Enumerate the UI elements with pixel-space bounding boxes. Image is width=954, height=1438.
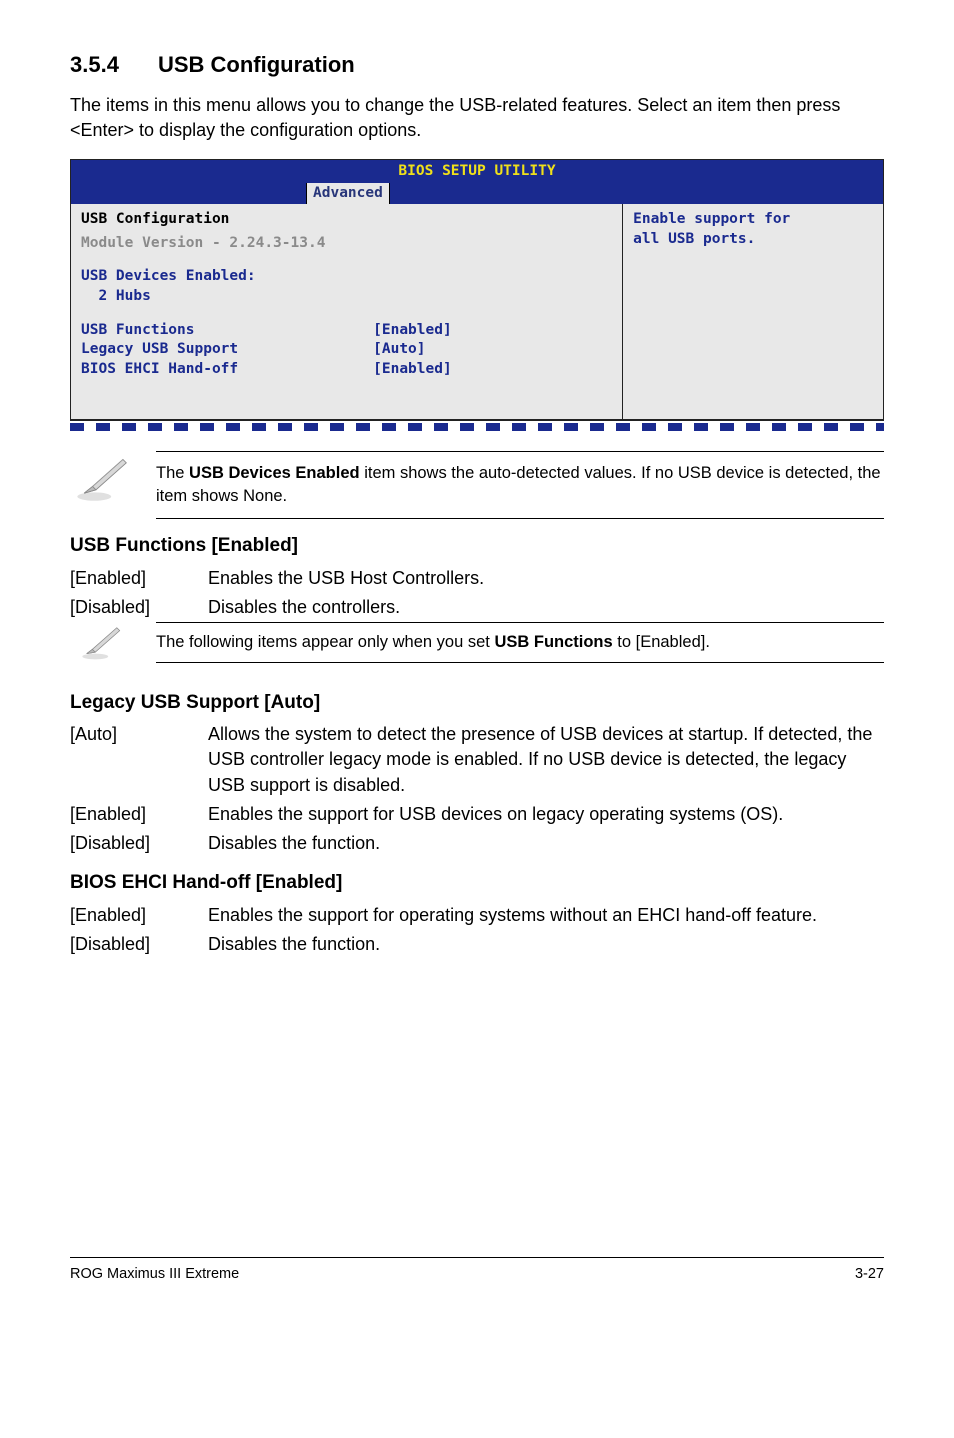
option-value: Enables the support for operating system… [208, 903, 884, 928]
option-key: [Auto] [70, 722, 208, 798]
option-row: [Enabled] Enables the USB Host Controlle… [70, 566, 884, 591]
section-title: USB Configuration [158, 50, 355, 81]
bios-row: BIOS EHCI Hand-off [Enabled] [81, 360, 612, 380]
bios-row-value: [Enabled] [373, 360, 612, 380]
bios-devices-line1: USB Devices Enabled: [81, 267, 612, 287]
bios-help-pane: Enable support for all USB ports. [623, 204, 883, 420]
dashed-separator [70, 423, 884, 431]
section-number: 3.5.4 [70, 50, 119, 81]
option-row: [Disabled] Disables the controllers. [70, 595, 884, 620]
bios-screenshot: BIOS SETUP UTILITY Advanced USB Configur… [70, 159, 884, 421]
note-part: The following items appear only when you… [156, 633, 494, 651]
option-key: [Enabled] [70, 566, 208, 591]
bios-devices-enabled: USB Devices Enabled: 2 Hubs [81, 267, 612, 306]
note-bold: USB Functions [494, 633, 612, 651]
option-value: Enables the support for USB devices on l… [208, 802, 884, 827]
option-row: [Disabled] Disables the function. [70, 932, 884, 957]
bios-left-pane: USB Configuration Module Version - 2.24.… [71, 204, 623, 420]
option-key: [Disabled] [70, 932, 208, 957]
page-footer: ROG Maximus III Extreme 3-27 [70, 1257, 884, 1284]
note-part: to [Enabled]. [613, 633, 710, 651]
note-part: The [156, 464, 189, 482]
note-text: The following items appear only when you… [156, 622, 884, 663]
option-key: [Enabled] [70, 802, 208, 827]
option-key: [Disabled] [70, 595, 208, 620]
bios-devices-line2: 2 Hubs [81, 287, 612, 307]
option-row: [Disabled] Disables the function. [70, 831, 884, 856]
bios-row-value: [Enabled] [373, 321, 612, 341]
option-value: Allows the system to detect the presence… [208, 722, 884, 798]
option-key: [Disabled] [70, 831, 208, 856]
note-block: The USB Devices Enabled item shows the a… [70, 451, 884, 519]
pencil-icon [70, 622, 132, 675]
bios-help-line: all USB ports. [633, 230, 873, 250]
bios-heading: USB Configuration [81, 210, 612, 230]
option-row: [Auto] Allows the system to detect the p… [70, 722, 884, 798]
bios-module-version: Module Version - 2.24.3-13.4 [81, 234, 612, 254]
note-bold: USB Devices Enabled [189, 464, 360, 482]
heading-usb-functions: USB Functions [Enabled] [70, 533, 884, 560]
intro-text: The items in this menu allows you to cha… [70, 93, 884, 143]
bios-tab-row: Advanced [71, 183, 883, 205]
note-block: The following items appear only when you… [70, 622, 884, 675]
heading-legacy-usb: Legacy USB Support [Auto] [70, 690, 884, 717]
bios-help-line: Enable support for [633, 210, 873, 230]
bios-row-label: USB Functions [81, 321, 373, 341]
note-text: The USB Devices Enabled item shows the a… [156, 451, 884, 519]
pencil-icon [70, 451, 132, 512]
option-value: Disables the controllers. [208, 595, 884, 620]
bios-row-label: BIOS EHCI Hand-off [81, 360, 373, 380]
bios-title: BIOS SETUP UTILITY [71, 160, 883, 183]
footer-left: ROG Maximus III Extreme [70, 1264, 239, 1284]
bios-tab-advanced: Advanced [306, 183, 390, 205]
option-key: [Enabled] [70, 903, 208, 928]
bios-row: USB Functions [Enabled] [81, 321, 612, 341]
option-row: [Enabled] Enables the support for USB de… [70, 802, 884, 827]
heading-bios-ehci: BIOS EHCI Hand-off [Enabled] [70, 870, 884, 897]
bios-row-label: Legacy USB Support [81, 340, 373, 360]
footer-right: 3-27 [855, 1264, 884, 1284]
option-value: Enables the USB Host Controllers. [208, 566, 884, 591]
option-row: [Enabled] Enables the support for operat… [70, 903, 884, 928]
option-value: Disables the function. [208, 932, 884, 957]
bios-row: Legacy USB Support [Auto] [81, 340, 612, 360]
bios-row-value: [Auto] [373, 340, 612, 360]
option-value: Disables the function. [208, 831, 884, 856]
